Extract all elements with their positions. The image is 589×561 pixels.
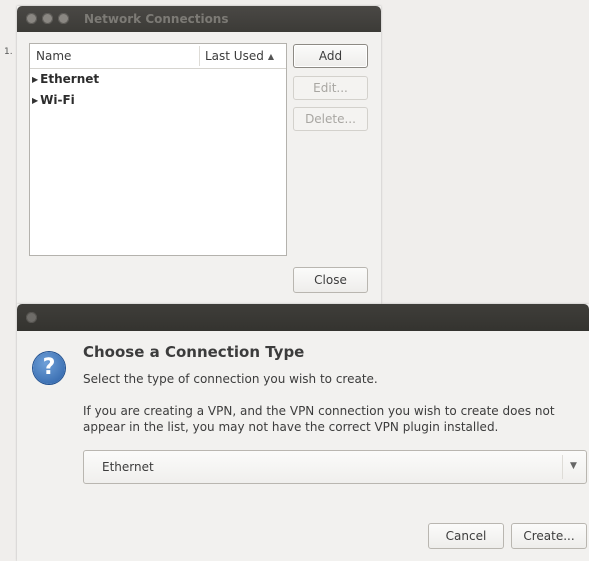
close-dialog-icon[interactable]	[26, 312, 37, 323]
expander-icon[interactable]: ▶	[32, 96, 38, 105]
expander-icon[interactable]: ▶	[32, 75, 38, 84]
column-header-last-used-label: Last Used	[205, 49, 264, 63]
list-item-ethernet[interactable]: ▶ Ethernet	[32, 72, 99, 90]
close-window-icon[interactable]	[26, 13, 37, 24]
list-header: Name Last Used ▲	[30, 44, 286, 69]
edit-button[interactable]: Edit...	[293, 76, 368, 100]
list-item-label: Ethernet	[40, 72, 100, 86]
delete-button[interactable]: Delete...	[293, 107, 368, 131]
column-divider	[199, 46, 200, 66]
column-header-last-used[interactable]: Last Used ▲	[205, 49, 274, 63]
question-icon: ?	[33, 352, 65, 384]
create-button[interactable]: Create...	[511, 523, 587, 549]
selected-connection-type: Ethernet	[102, 460, 154, 474]
window-title: Network Connections	[84, 12, 229, 26]
connection-list[interactable]: Name Last Used ▲ ▶ Ethernet ▶ Wi-Fi	[29, 43, 287, 256]
dialog-heading: Choose a Connection Type	[83, 343, 305, 361]
minimize-window-icon[interactable]	[42, 13, 53, 24]
desktop: 1. Network Connections Name Last Used ▲ ▶…	[0, 0, 589, 561]
cancel-button[interactable]: Cancel	[428, 523, 504, 549]
column-header-name[interactable]: Name	[36, 49, 71, 63]
dialog-subheading: Select the type of connection you wish t…	[83, 372, 378, 386]
connection-type-select[interactable]: Ethernet ▼	[83, 450, 587, 484]
list-item-label: Wi-Fi	[40, 93, 75, 107]
combo-divider	[562, 455, 563, 479]
connection-type-dialog: ? Choose a Connection Type Select the ty…	[17, 304, 589, 561]
list-item-wifi[interactable]: ▶ Wi-Fi	[32, 93, 75, 111]
add-button[interactable]: Add	[293, 44, 368, 68]
sort-ascending-icon: ▲	[267, 52, 275, 61]
chevron-down-icon[interactable]: ▼	[570, 461, 577, 471]
maximize-window-icon[interactable]	[58, 13, 69, 24]
dialog-title-bar	[17, 304, 589, 331]
background-text: 1.	[4, 47, 13, 57]
title-bar: Network Connections	[17, 6, 381, 32]
network-connections-window: Network Connections Name Last Used ▲ ▶ Eth…	[17, 6, 381, 304]
vpn-note: If you are creating a VPN, and the VPN c…	[83, 404, 555, 434]
close-button[interactable]: Close	[293, 267, 368, 293]
